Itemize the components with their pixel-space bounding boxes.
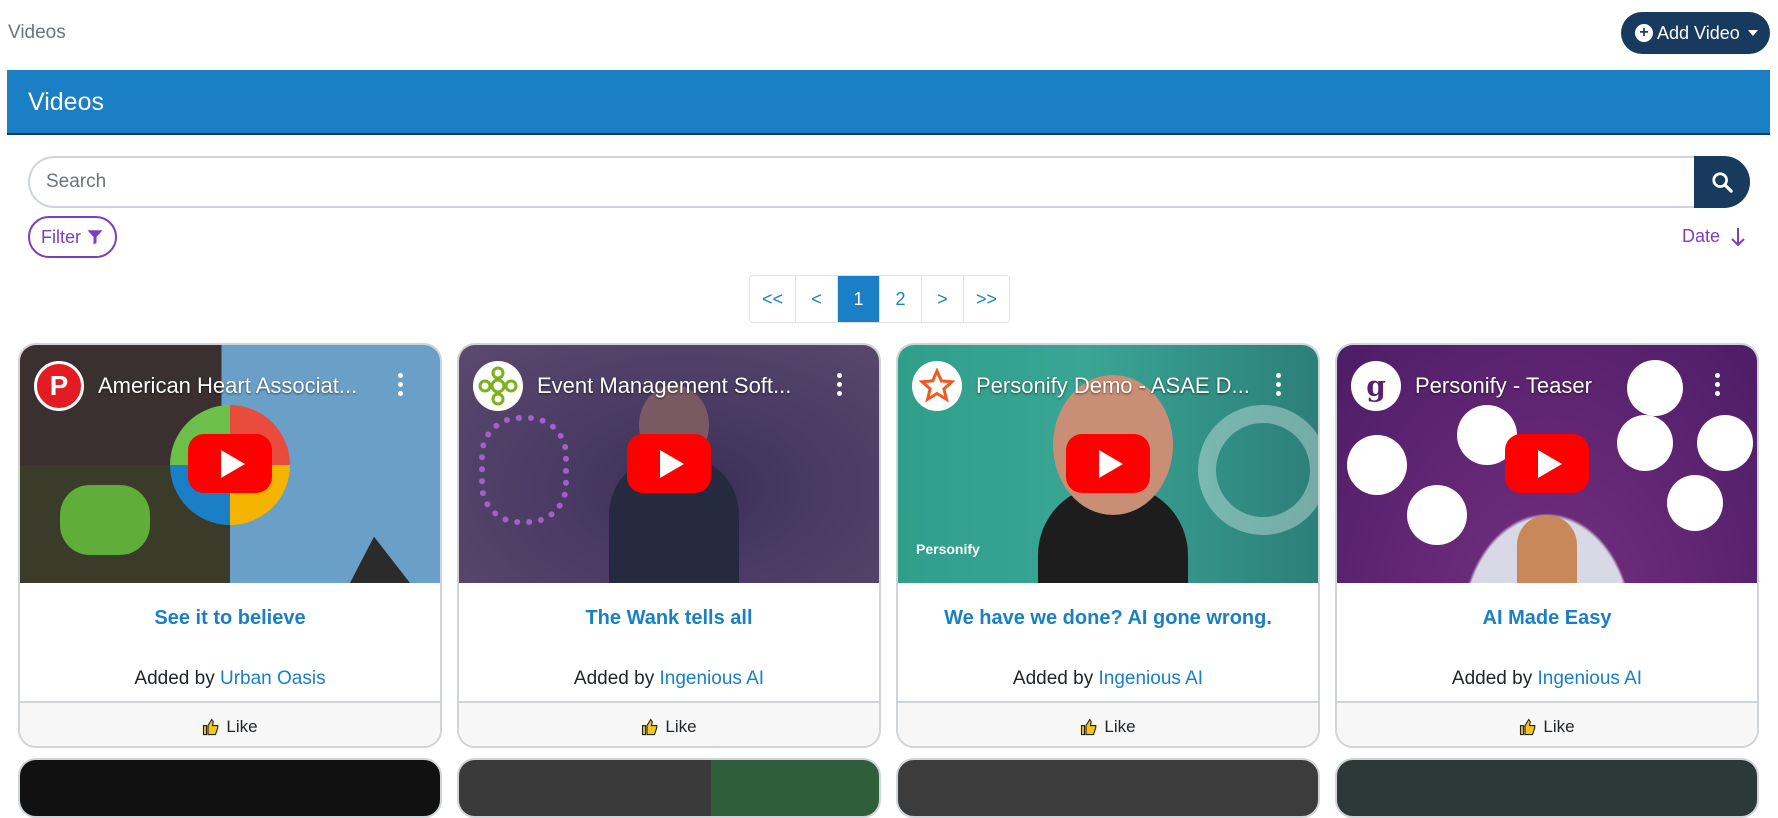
added-by-prefix: Added by <box>573 668 655 689</box>
like-button[interactable]: Like <box>898 701 1318 746</box>
channel-avatar <box>473 361 523 411</box>
video-card: g Personify - Teaser AI Made Easy Added … <box>1335 343 1759 748</box>
video-thumbnail[interactable]: Event Management Soft... <box>459 345 879 583</box>
search-icon <box>1712 172 1733 193</box>
added-by-user-link[interactable]: Ingenious AI <box>659 668 764 689</box>
search-input[interactable] <box>28 156 1698 208</box>
breadcrumb[interactable]: Videos <box>8 22 66 44</box>
thumbs-up-icon <box>1081 717 1097 735</box>
add-video-button[interactable]: + Add Video <box>1621 12 1770 54</box>
more-options-icon[interactable] <box>1276 373 1282 397</box>
arrow-down-icon <box>1731 227 1745 246</box>
channel-avatar <box>912 361 962 411</box>
page-1[interactable]: 1 <box>838 276 881 322</box>
added-by-prefix: Added by <box>1012 668 1094 689</box>
pagination: << < 1 2 > >> <box>749 275 1011 323</box>
more-options-icon[interactable] <box>1715 373 1721 397</box>
search-button[interactable] <box>1694 156 1750 208</box>
added-by: Added by Ingenious AI <box>1337 668 1757 690</box>
video-card: Event Management Soft... The Wank tells … <box>457 343 881 748</box>
page-prev[interactable]: < <box>796 276 839 322</box>
added-by-prefix: Added by <box>1451 668 1533 689</box>
added-by: Added by Ingenious AI <box>898 668 1318 690</box>
video-card-partial[interactable] <box>457 758 881 818</box>
page-2[interactable]: 2 <box>880 276 923 322</box>
more-options-icon[interactable] <box>398 373 404 397</box>
filter-button[interactable]: Filter <box>28 216 117 258</box>
chevron-down-icon <box>1747 30 1758 36</box>
video-title-link[interactable]: We have we done? AI gone wrong. <box>898 607 1318 630</box>
page-next[interactable]: > <box>922 276 965 322</box>
youtube-video-title: Personify Demo - ASAE D... <box>976 373 1250 398</box>
video-thumbnail[interactable]: g Personify - Teaser <box>1337 345 1757 583</box>
personify-watermark: Personify <box>916 541 980 557</box>
search-bar <box>28 156 1750 208</box>
play-button[interactable] <box>627 434 711 493</box>
video-title-link[interactable]: AI Made Easy <box>1337 607 1757 630</box>
added-by-user-link[interactable]: Urban Oasis <box>220 668 326 689</box>
like-button[interactable]: Like <box>459 701 879 746</box>
sort-date-toggle[interactable]: Date <box>1682 226 1746 247</box>
thumbs-up-icon <box>1520 717 1536 735</box>
video-title-link[interactable]: See it to believe <box>20 607 440 630</box>
video-thumbnail[interactable]: P American Heart Associat... <box>20 345 440 583</box>
added-by-user-link[interactable]: Ingenious AI <box>1537 668 1642 689</box>
like-button[interactable]: Like <box>1337 701 1757 746</box>
like-button[interactable]: Like <box>20 701 440 746</box>
added-by-user-link[interactable]: Ingenious AI <box>1098 668 1203 689</box>
added-by: Added by Urban Oasis <box>20 668 440 690</box>
page-last[interactable]: >> <box>964 276 1010 322</box>
video-card-partial[interactable] <box>18 758 442 818</box>
filter-label: Filter <box>41 226 81 247</box>
page-first[interactable]: << <box>750 276 797 322</box>
more-options-icon[interactable] <box>837 373 843 397</box>
added-by: Added by Ingenious AI <box>459 668 879 690</box>
channel-avatar: g <box>1351 361 1401 411</box>
play-button[interactable] <box>1505 434 1589 493</box>
like-label: Like <box>1104 716 1136 736</box>
sort-label: Date <box>1682 226 1721 246</box>
youtube-video-title: Event Management Soft... <box>537 373 792 398</box>
play-button[interactable] <box>188 434 272 493</box>
panel-title: Videos <box>28 88 104 116</box>
funnel-icon <box>87 230 103 245</box>
like-label: Like <box>226 716 258 736</box>
video-card: P American Heart Associat... See it to b… <box>18 343 442 748</box>
star-logo-icon <box>919 368 955 403</box>
youtube-video-title: Personify - Teaser <box>1415 373 1592 398</box>
play-button[interactable] <box>1066 434 1150 493</box>
like-label: Like <box>665 716 697 736</box>
video-thumbnail[interactable]: Personify Personify Demo - ASAE D... <box>898 345 1318 583</box>
like-label: Like <box>1543 716 1575 736</box>
channel-avatar: P <box>34 361 84 411</box>
flower-logo-icon <box>478 366 518 406</box>
thumbs-up-icon <box>203 717 219 735</box>
add-video-label: Add Video <box>1657 22 1740 43</box>
video-card-partial[interactable] <box>896 758 1320 818</box>
video-card-partial[interactable] <box>1335 758 1759 818</box>
video-card: Personify Personify Demo - ASAE D... We … <box>896 343 1320 748</box>
top-bar: Videos + Add Video <box>0 0 1778 68</box>
plus-circle-icon: + <box>1635 24 1653 42</box>
panel-header: Videos <box>7 70 1770 135</box>
youtube-video-title: American Heart Associat... <box>98 373 358 398</box>
video-title-link[interactable]: The Wank tells all <box>459 607 879 630</box>
added-by-prefix: Added by <box>134 668 215 689</box>
thumbs-up-icon <box>642 717 658 735</box>
